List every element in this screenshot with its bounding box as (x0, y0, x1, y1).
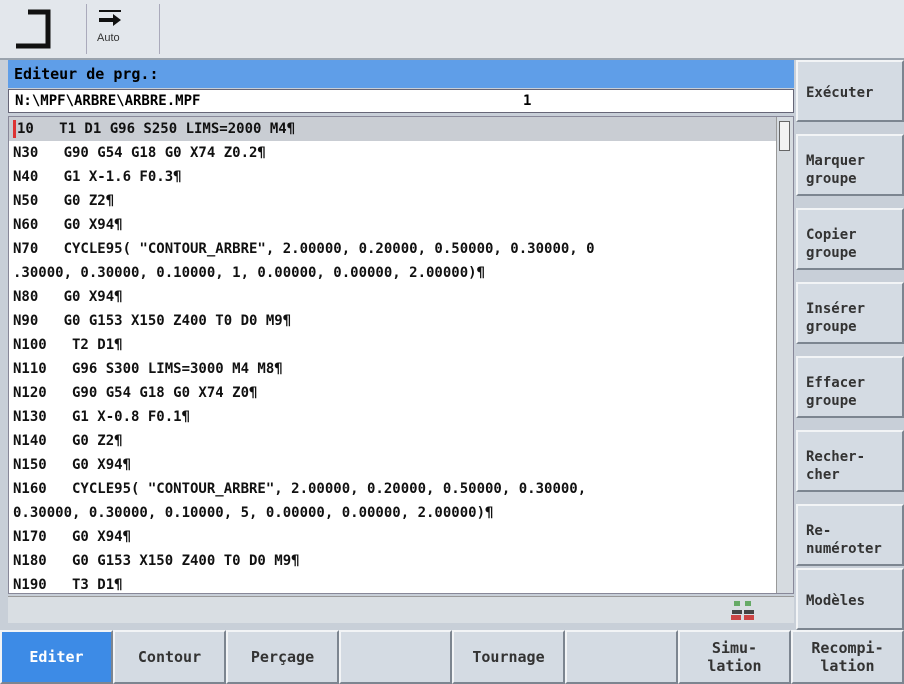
code-line[interactable]: N180 G0 G153 X150 Z400 T0 D0 M9¶ (9, 549, 793, 573)
code-line[interactable]: N150 G0 X94¶ (9, 453, 793, 477)
code-line[interactable]: N60 G0 X94¶ (9, 213, 793, 237)
side-softkey[interactable]: Insérer groupe (796, 282, 904, 344)
side-softkey[interactable]: Re- numéroter (796, 504, 904, 566)
bottom-softkey-label: Editer (29, 648, 84, 666)
code-line[interactable]: N190 T3 D1¶ (9, 573, 793, 593)
side-softkey-label: Recher- cher (806, 449, 866, 483)
code-line[interactable]: .30000, 0.30000, 0.10000, 1, 0.00000, 0.… (9, 261, 793, 285)
bracket-icon (16, 9, 51, 49)
code-line[interactable]: N50 G0 Z2¶ (9, 189, 793, 213)
code-line[interactable]: N100 T2 D1¶ (9, 333, 793, 357)
side-softkey-label: Re- numéroter (806, 523, 882, 557)
side-softkey-label: Exécuter (806, 85, 874, 101)
code-line-text: N50 G0 Z2¶ (13, 193, 115, 209)
side-softkey[interactable]: Effacer groupe (796, 356, 904, 418)
code-line-text: N190 T3 D1¶ (13, 577, 123, 593)
file-path: N:\MPF\ARBRE\ARBRE.MPF (15, 93, 201, 109)
side-softkey-label: Marquer groupe (806, 153, 866, 187)
code-line[interactable]: N90 G0 G153 X150 Z400 T0 D0 M9¶ (9, 309, 793, 333)
code-line-text: N120 G90 G54 G18 G0 X74 Z0¶ (13, 385, 258, 401)
side-softkey[interactable]: Copier groupe (796, 208, 904, 270)
bottom-softkey-label: Perçage (250, 648, 315, 666)
scrollbar[interactable] (776, 117, 793, 593)
code-line[interactable]: N120 G90 G54 G18 G0 X74 Z0¶ (9, 381, 793, 405)
bottom-softkey[interactable]: Tournage (452, 630, 565, 684)
bottom-softkey-label: Simu- lation (707, 639, 762, 675)
bottom-softkey[interactable]: Recompi- lation (791, 630, 904, 684)
code-line-text: .30000, 0.30000, 0.10000, 1, 0.00000, 0.… (13, 265, 486, 281)
code-line[interactable]: N30 G90 G54 G18 G0 X74 Z0.2¶ (9, 141, 793, 165)
code-line-text: N130 G1 X-0.8 F0.1¶ (13, 409, 191, 425)
code-line[interactable]: N140 G0 Z2¶ (9, 429, 793, 453)
bottom-softkey[interactable]: Editer (0, 630, 113, 684)
bottom-softkey[interactable]: Contour (113, 630, 226, 684)
code-line-text: N170 G0 X94¶ (13, 529, 132, 545)
side-softkey[interactable]: Modèles (796, 568, 904, 630)
code-line-text: N100 T2 D1¶ (13, 337, 123, 353)
bottom-softkey[interactable] (565, 630, 678, 684)
program-editor[interactable]: 10 T1 D1 G96 S250 LIMS=2000 M4¶ N30 G90 G… (8, 116, 794, 594)
code-line-text: N160 CYCLE95( "CONTOUR_ARBRE", 2.00000, … (13, 481, 587, 497)
side-softkey-label: Effacer groupe (806, 375, 866, 409)
bottom-softkey-label: Tournage (472, 648, 545, 666)
side-softkey-label: Insérer groupe (806, 301, 866, 335)
network-icon (731, 601, 754, 620)
top-toolbar: Auto (0, 0, 904, 60)
code-line[interactable]: N80 G0 X94¶ (9, 285, 793, 309)
code-line-text: N30 G90 G54 G18 G0 X74 Z0.2¶ (13, 145, 266, 161)
code-line[interactable]: N130 G1 X-0.8 F0.1¶ (9, 405, 793, 429)
machine-mode-icon[interactable] (4, 4, 74, 54)
code-line-text: N60 G0 X94¶ (13, 217, 123, 233)
code-line-text: N80 G0 X94¶ (13, 289, 123, 305)
code-line[interactable]: 0.30000, 0.30000, 0.10000, 5, 0.00000, 0… (9, 501, 793, 525)
side-softkey[interactable]: Marquer groupe (796, 134, 904, 196)
file-path-bar: N:\MPF\ARBRE\ARBRE.MPF 1 (8, 89, 794, 113)
text-cursor-icon (13, 120, 16, 138)
bottom-softkey[interactable]: Perçage (226, 630, 339, 684)
code-line-text: N110 G96 S300 LIMS=3000 M4 M8¶ (13, 361, 283, 377)
code-line-text: N40 G1 X-1.6 F0.3¶ (13, 169, 182, 185)
auto-mode-button[interactable]: Auto (86, 4, 160, 54)
status-bar (8, 596, 794, 623)
bottom-softkey[interactable]: Simu- lation (678, 630, 791, 684)
channel-number: 1 (523, 93, 532, 109)
code-line[interactable]: N110 G96 S300 LIMS=3000 M4 M8¶ (9, 357, 793, 381)
code-line-text: N70 CYCLE95( "CONTOUR_ARBRE", 2.00000, 0… (13, 241, 595, 257)
auto-label: Auto (97, 32, 120, 44)
code-line[interactable]: 10 T1 D1 G96 S250 LIMS=2000 M4¶ (9, 117, 793, 141)
code-line-text: 0.30000, 0.30000, 0.10000, 5, 0.00000, 0… (13, 505, 494, 521)
code-lines: 10 T1 D1 G96 S250 LIMS=2000 M4¶ N30 G90 G… (9, 117, 793, 593)
code-line-text: N140 G0 Z2¶ (13, 433, 123, 449)
editor-title: Editeur de prg.: (8, 60, 794, 88)
side-softkey-label: Modèles (806, 593, 866, 609)
bottom-softkey-label: Recompi- lation (811, 639, 884, 675)
scrollbar-thumb[interactable] (779, 121, 790, 151)
code-line-text: N90 G0 G153 X150 Z400 T0 D0 M9¶ (13, 313, 292, 329)
side-softkey-label: Copier groupe (806, 227, 857, 261)
bottom-softkey-label: Contour (137, 648, 202, 666)
code-line[interactable]: N40 G1 X-1.6 F0.3¶ (9, 165, 793, 189)
side-softkey[interactable]: Recher- cher (796, 430, 904, 492)
code-line-text: N180 G0 G153 X150 Z400 T0 D0 M9¶ (13, 553, 300, 569)
code-line[interactable]: N70 CYCLE95( "CONTOUR_ARBRE", 2.00000, 0… (9, 237, 793, 261)
code-line[interactable]: N170 G0 X94¶ (9, 525, 793, 549)
side-softkey[interactable]: Exécuter (796, 60, 904, 122)
code-line[interactable]: N160 CYCLE95( "CONTOUR_ARBRE", 2.00000, … (9, 477, 793, 501)
code-line-text: N150 G0 X94¶ (13, 457, 132, 473)
arrow-right-icon (99, 10, 121, 26)
code-line-text: 10 T1 D1 G96 S250 LIMS=2000 M4¶ (17, 121, 296, 137)
bottom-softkey[interactable] (339, 630, 452, 684)
